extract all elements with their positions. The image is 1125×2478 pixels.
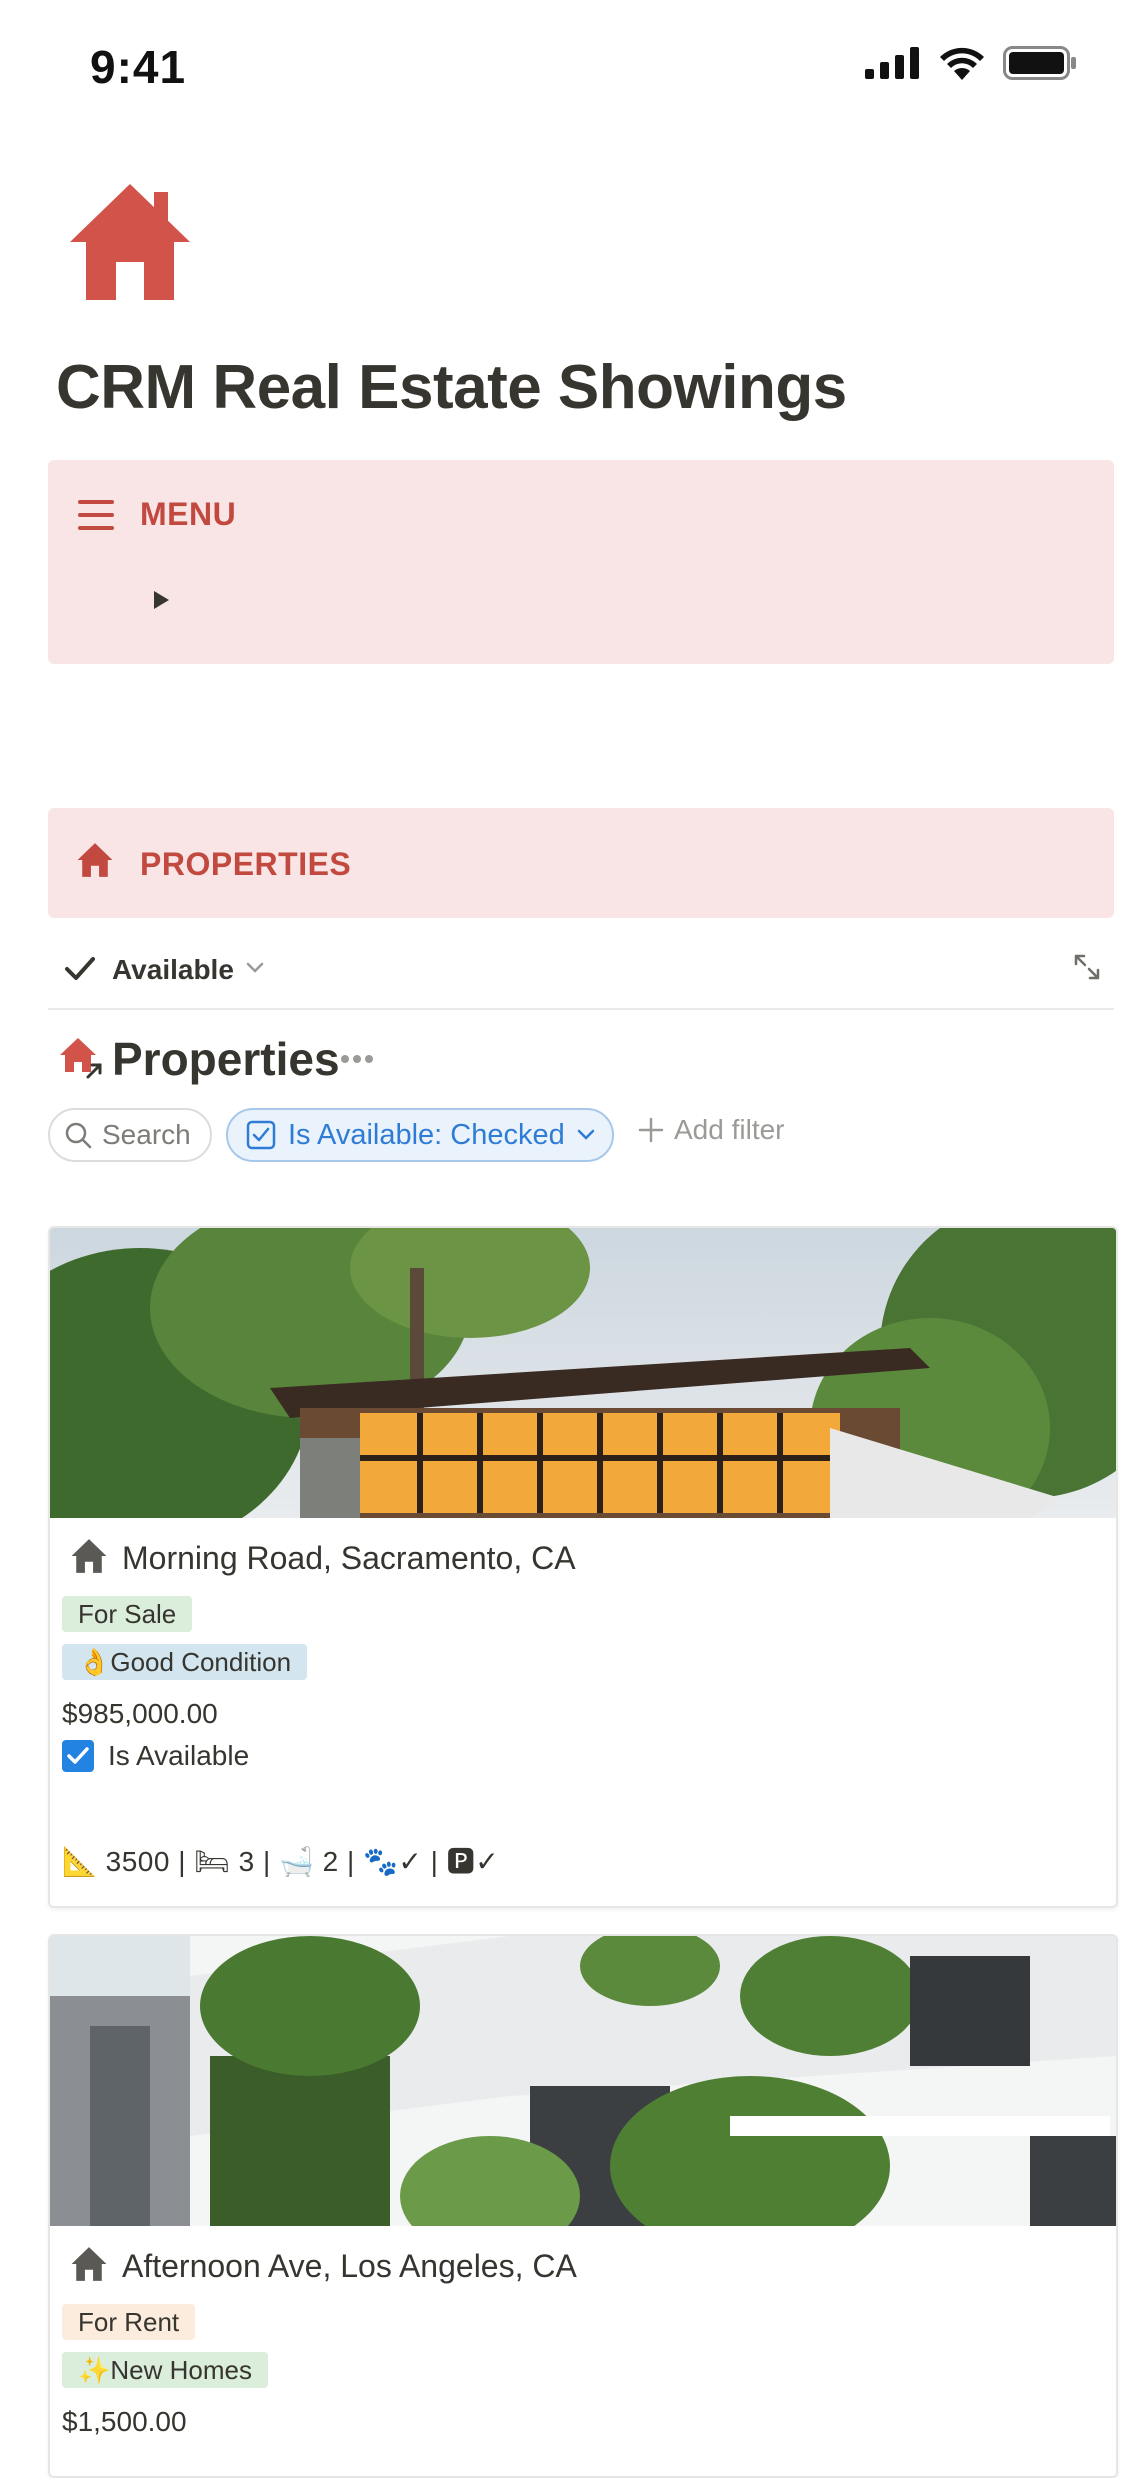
property-details: 📐 3500 | 🛏 3 | 🛁 2 | 🐾✓ | 🅿✓ xyxy=(62,1846,500,1877)
checkbox-checked-icon[interactable] xyxy=(62,1740,94,1772)
status-time: 9:41 xyxy=(90,41,187,93)
property-card[interactable]: Morning Road, Sacramento, CA For Sale 👌G… xyxy=(48,1226,1118,1908)
search-label: Search xyxy=(102,1119,191,1150)
filter-is-available[interactable]: Is Available: Checked xyxy=(226,1108,614,1162)
triangle-right-icon[interactable] xyxy=(152,590,170,610)
house-icon xyxy=(70,184,190,300)
expand-icon[interactable] xyxy=(1072,952,1102,982)
view-tab-available[interactable]: Available xyxy=(112,954,234,986)
condition-tag: 👌Good Condition xyxy=(62,1644,308,1680)
status-tag: For Rent xyxy=(62,2304,196,2340)
availability-row: Is Available xyxy=(62,1740,249,1772)
filter-label: Is Available: Checked xyxy=(288,1118,565,1151)
property-card[interactable]: Afternoon Ave, Los Angeles, CA For Rent … xyxy=(48,1934,1118,2478)
search-button[interactable]: Search xyxy=(48,1108,212,1162)
database-title[interactable]: Properties xyxy=(112,1032,340,1086)
property-title[interactable]: Morning Road, Sacramento, CA xyxy=(122,1540,576,1577)
battery-icon xyxy=(1003,46,1076,80)
menu-callout xyxy=(48,460,1114,664)
add-filter-button[interactable]: Add filter xyxy=(638,1114,785,1146)
house-icon xyxy=(71,1539,107,1573)
property-price: $1,500.00 xyxy=(62,2406,187,2437)
condition-tag: ✨New Homes xyxy=(62,2352,268,2388)
menu-label: MENU xyxy=(140,496,237,532)
status-tag: For Sale xyxy=(62,1596,193,1632)
house-icon xyxy=(77,843,113,877)
hamburger-menu-icon xyxy=(78,500,114,530)
plus-icon xyxy=(638,1117,664,1143)
house-link-icon xyxy=(60,1038,102,1079)
property-photo xyxy=(50,1228,1116,1518)
page-title: CRM Real Estate Showings xyxy=(56,353,847,422)
property-price: $985,000.00 xyxy=(62,1698,218,1729)
chevron-down-icon[interactable] xyxy=(246,962,264,974)
checkbox-icon xyxy=(246,1120,276,1150)
signal-icon xyxy=(865,47,919,79)
more-options-icon[interactable] xyxy=(340,1054,374,1064)
house-icon xyxy=(71,2247,107,2281)
check-icon xyxy=(65,957,95,980)
add-filter-label: Add filter xyxy=(674,1114,785,1145)
property-title[interactable]: Afternoon Ave, Los Angeles, CA xyxy=(122,2248,577,2285)
property-photo xyxy=(50,1936,1116,2226)
status-icons xyxy=(865,46,1077,80)
wifi-icon xyxy=(940,47,984,80)
properties-label: PROPERTIES xyxy=(140,846,352,882)
availability-label: Is Available xyxy=(108,1740,250,1771)
chevron-down-icon xyxy=(577,1129,594,1140)
search-icon xyxy=(65,1122,92,1149)
